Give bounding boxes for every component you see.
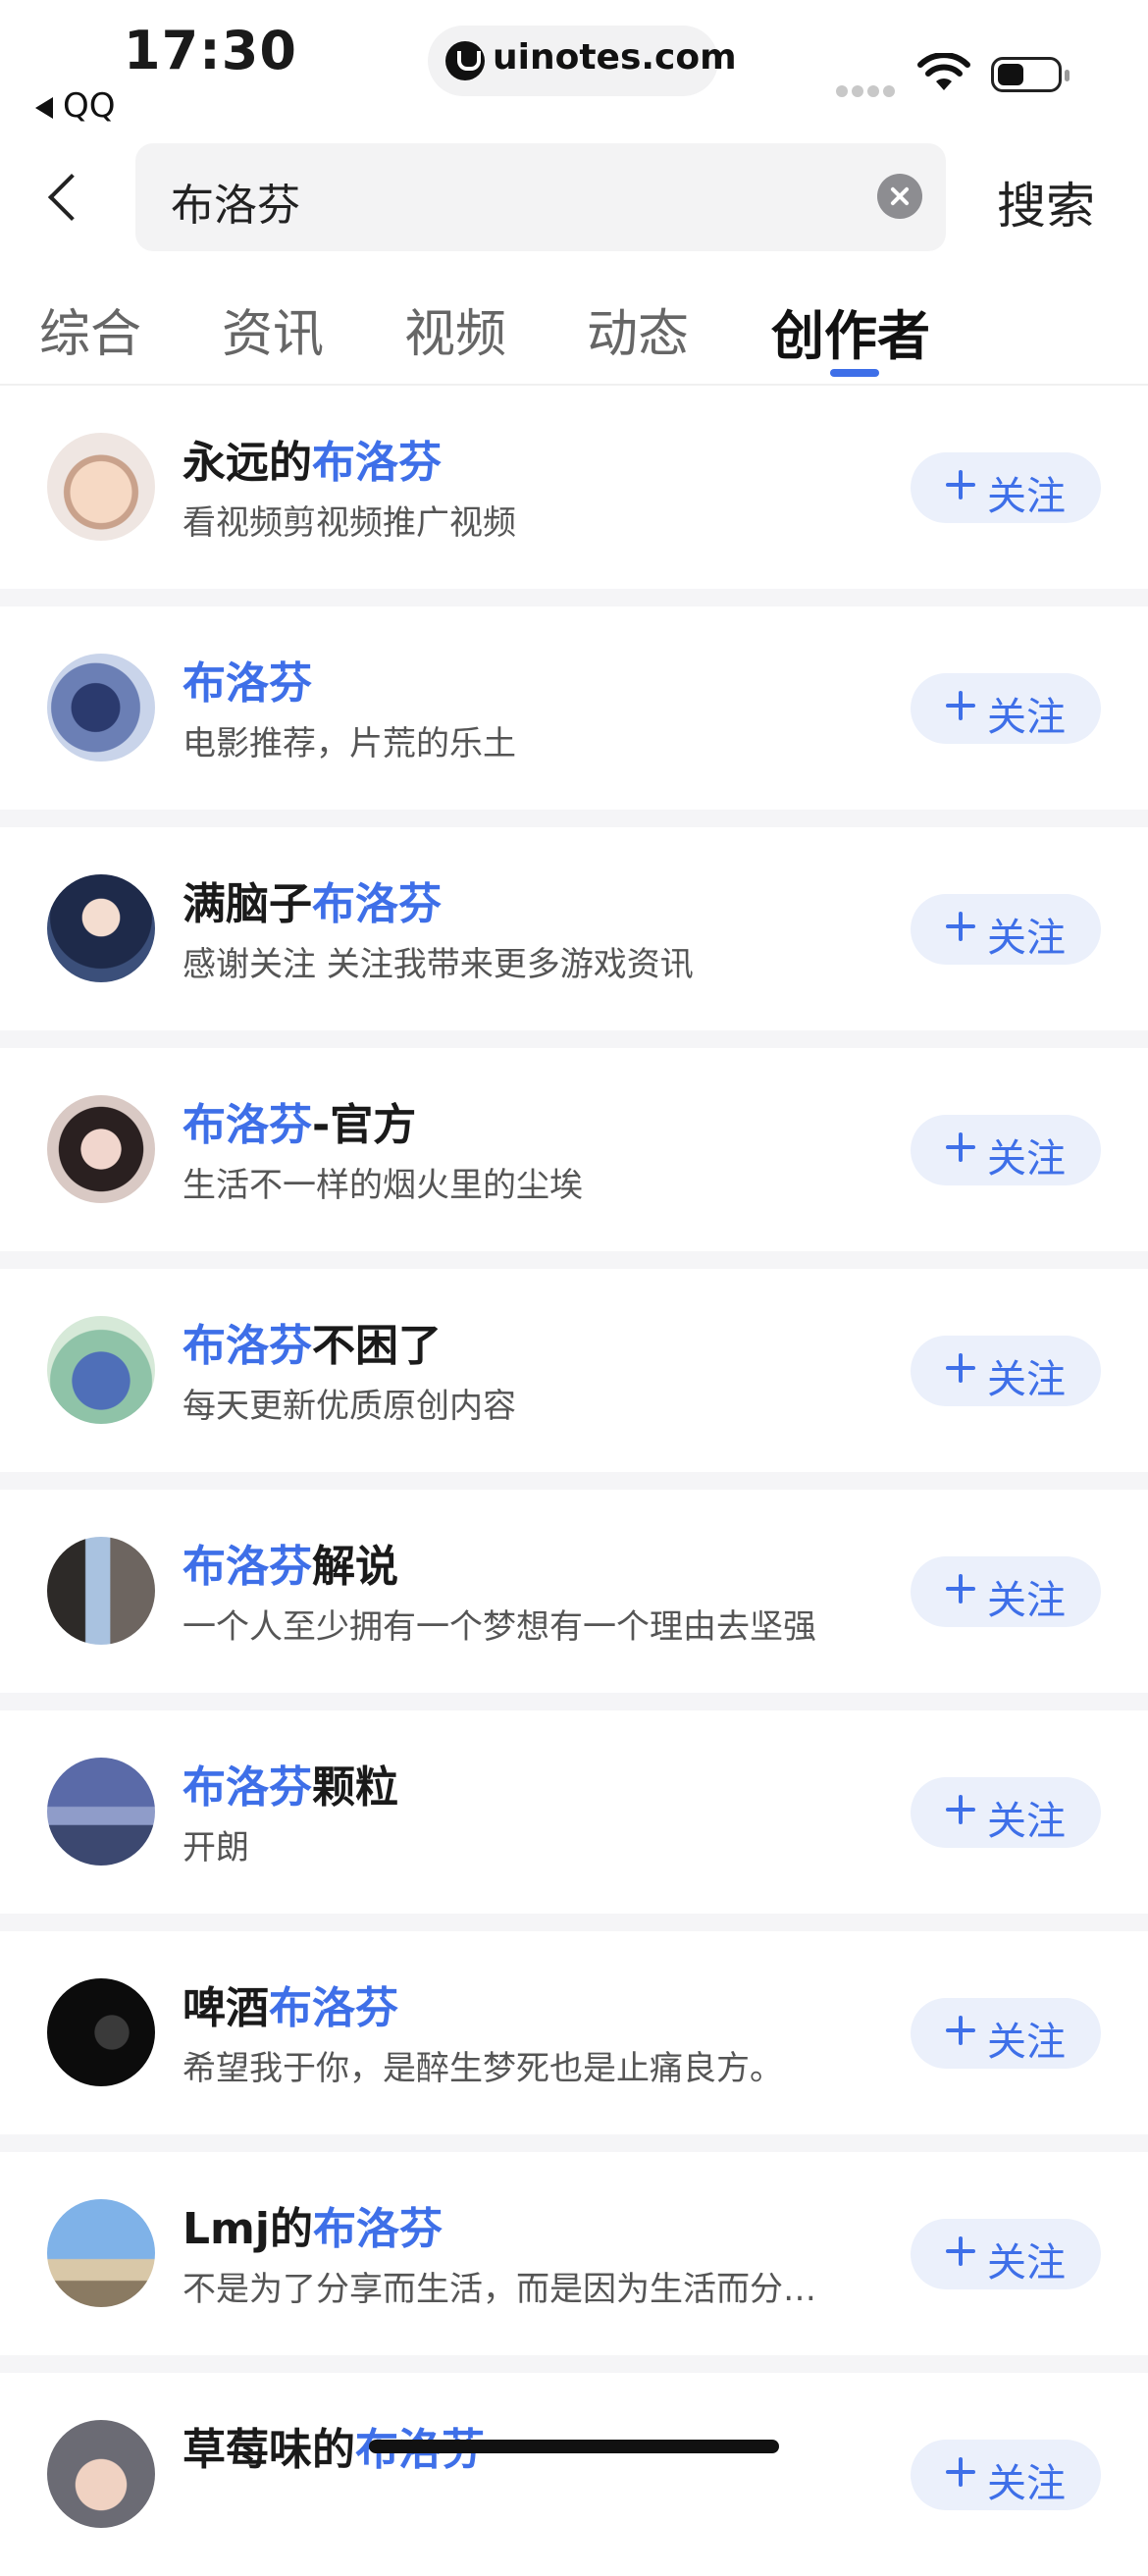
list-item[interactable]: 啤酒布洛芬 希望我于你，是醉生梦死也是止痛良方。 关注 xyxy=(0,1931,1148,2134)
creator-description: 一个人至少拥有一个梦想有一个理由去坚强 xyxy=(183,1607,816,1647)
status-bar: 17:30 QQ uinotes.com xyxy=(0,0,1148,137)
list-separator xyxy=(0,2134,1148,2152)
status-time: 17:30 xyxy=(124,20,297,81)
creator-name: 满脑子布洛芬 xyxy=(183,879,442,929)
avatar[interactable] xyxy=(47,2199,155,2307)
creator-name: Lmj的布洛芬 xyxy=(183,2204,443,2254)
back-app-label: QQ xyxy=(63,86,116,126)
search-input[interactable]: 布洛芬 xyxy=(135,143,946,251)
clear-search-icon[interactable] xyxy=(877,174,922,219)
plus-icon xyxy=(944,468,977,501)
creator-description: 每天更新优质原创内容 xyxy=(183,1387,516,1426)
list-separator xyxy=(0,1472,1148,1490)
list-separator xyxy=(0,2355,1148,2373)
list-separator xyxy=(0,810,1148,827)
creator-description: 希望我于你，是醉生梦死也是止痛良方。 xyxy=(183,2049,783,2088)
active-tab-indicator xyxy=(830,369,879,377)
search-button[interactable]: 搜索 xyxy=(997,167,1095,237)
search-query-text: 布洛芬 xyxy=(171,181,300,231)
avatar[interactable] xyxy=(47,1978,155,2086)
list-separator xyxy=(0,1030,1148,1048)
tab-video[interactable]: 视频 xyxy=(404,292,506,366)
plus-icon xyxy=(944,910,977,943)
follow-button[interactable]: 关注 xyxy=(911,1777,1101,1848)
list-item[interactable]: 布洛芬-官方 生活不一样的烟火里的尘埃 关注 xyxy=(0,1048,1148,1251)
avatar[interactable] xyxy=(47,874,155,982)
list-separator xyxy=(0,1914,1148,1931)
creator-name: 布洛芬解说 xyxy=(183,1542,398,1592)
follow-button[interactable]: 关注 xyxy=(911,1998,1101,2069)
tab-creators[interactable]: 创作者 xyxy=(771,292,930,370)
home-indicator[interactable] xyxy=(369,2440,779,2453)
back-triangle-icon xyxy=(35,96,53,119)
url-pill[interactable]: uinotes.com xyxy=(428,26,737,96)
creator-description: 电影推荐，片荒的乐土 xyxy=(183,724,516,763)
tab-comprehensive[interactable]: 综合 xyxy=(39,292,141,366)
list-item[interactable]: 永远的布洛芬 看视频剪视频推广视频 关注 xyxy=(0,386,1148,589)
cellular-signal-icon xyxy=(836,82,899,101)
plus-icon xyxy=(944,2234,977,2268)
avatar[interactable] xyxy=(47,2420,155,2528)
creator-name: 啤酒布洛芬 xyxy=(183,1983,398,2033)
creator-name: 布洛芬 xyxy=(183,658,312,709)
tab-news[interactable]: 资讯 xyxy=(222,292,324,366)
list-item[interactable]: Lmj的布洛芬 不是为了分享而生活，而是因为生活而分… 关注 xyxy=(0,2152,1148,2355)
plus-icon xyxy=(944,689,977,722)
list-item[interactable]: 满脑子布洛芬 感谢关注 关注我带来更多游戏资讯 关注 xyxy=(0,827,1148,1030)
avatar[interactable] xyxy=(47,1095,155,1203)
list-separator xyxy=(0,1693,1148,1710)
creator-name: 永远的布洛芬 xyxy=(183,438,442,488)
avatar[interactable] xyxy=(47,1316,155,1424)
plus-icon xyxy=(944,1572,977,1605)
list-separator xyxy=(0,1251,1148,1269)
list-separator xyxy=(0,589,1148,606)
url-text: uinotes.com xyxy=(493,37,737,78)
follow-button[interactable]: 关注 xyxy=(911,673,1101,744)
creator-description: 感谢关注 关注我带来更多游戏资讯 xyxy=(183,945,694,984)
wifi-icon xyxy=(917,53,970,90)
follow-button[interactable]: 关注 xyxy=(911,2219,1101,2289)
creator-description: 开朗 xyxy=(183,1828,249,1867)
site-logo-icon xyxy=(445,41,485,80)
list-item[interactable]: 布洛芬解说 一个人至少拥有一个梦想有一个理由去坚强 关注 xyxy=(0,1490,1148,1693)
creator-name: 布洛芬不困了 xyxy=(183,1321,442,1371)
back-button[interactable] xyxy=(39,167,88,230)
creator-name: 布洛芬颗粒 xyxy=(183,1762,398,1813)
avatar[interactable] xyxy=(47,433,155,541)
follow-button[interactable]: 关注 xyxy=(911,894,1101,965)
creator-description: 生活不一样的烟火里的尘埃 xyxy=(183,1166,583,1205)
list-item[interactable]: 布洛芬 电影推荐，片荒的乐土 关注 xyxy=(0,606,1148,810)
plus-icon xyxy=(944,2014,977,2047)
plus-icon xyxy=(944,1793,977,1826)
follow-button[interactable]: 关注 xyxy=(911,1556,1101,1627)
follow-button[interactable]: 关注 xyxy=(911,1336,1101,1406)
plus-icon xyxy=(944,1351,977,1385)
plus-icon xyxy=(944,2455,977,2489)
avatar[interactable] xyxy=(47,1758,155,1866)
follow-button[interactable]: 关注 xyxy=(911,1115,1101,1185)
back-to-app-link[interactable]: QQ xyxy=(35,86,116,126)
creator-list: 永远的布洛芬 看视频剪视频推广视频 关注 布洛芬 电影推荐，片荒的乐土 关注 满… xyxy=(0,386,1148,2576)
creator-description: 看视频剪视频推广视频 xyxy=(183,503,516,543)
battery-icon xyxy=(991,57,1070,92)
avatar[interactable] xyxy=(47,1537,155,1645)
list-item[interactable]: 草莓味的布洛芬 关注 xyxy=(0,2373,1148,2576)
list-item[interactable]: 布洛芬不困了 每天更新优质原创内容 关注 xyxy=(0,1269,1148,1472)
creator-description: 不是为了分享而生活，而是因为生活而分… xyxy=(183,2270,816,2309)
list-item[interactable]: 布洛芬颗粒 开朗 关注 xyxy=(0,1710,1148,1914)
follow-button[interactable]: 关注 xyxy=(911,2440,1101,2510)
plus-icon xyxy=(944,1130,977,1164)
creator-name: 布洛芬-官方 xyxy=(183,1100,417,1150)
avatar[interactable] xyxy=(47,654,155,762)
follow-button[interactable]: 关注 xyxy=(911,452,1101,523)
tab-moments[interactable]: 动态 xyxy=(587,292,689,366)
result-tabs: 综合 资讯 视频 动态 创作者 xyxy=(0,285,1148,383)
